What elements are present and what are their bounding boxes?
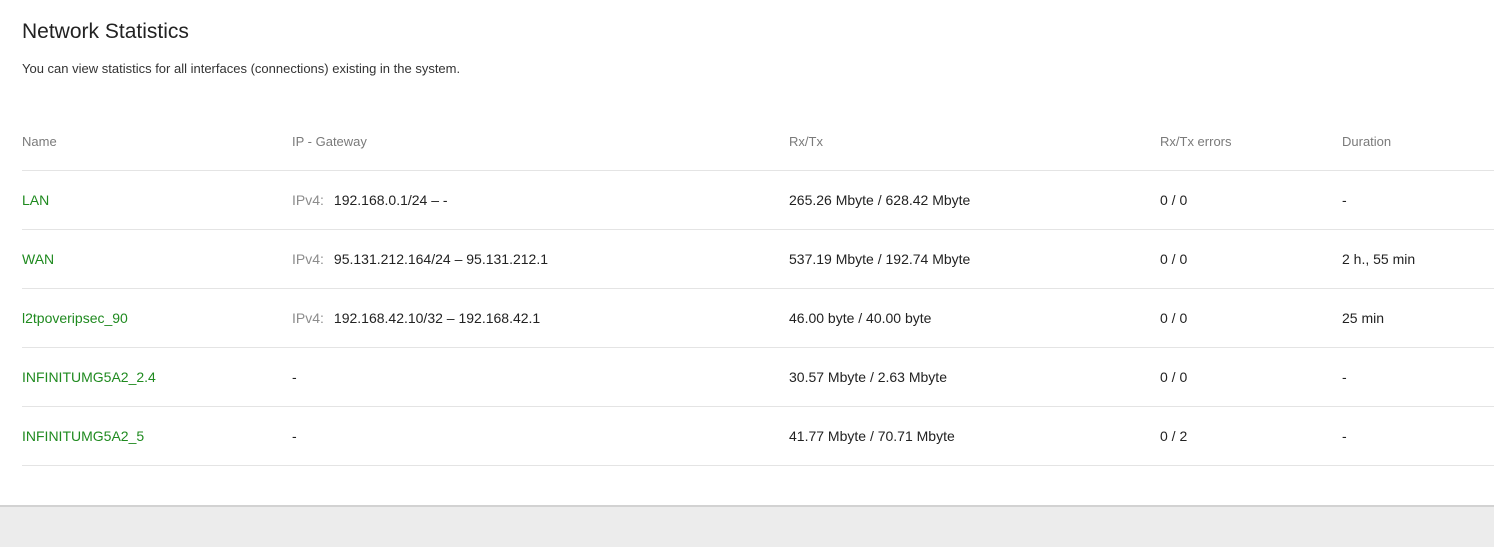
ip-gateway-value: - bbox=[292, 369, 297, 385]
ip-gateway-value: 192.168.42.10/32 – 192.168.42.1 bbox=[333, 310, 541, 326]
table-row: INFINITUMG5A2_2.4 - 30.57 Mbyte / 2.63 M… bbox=[22, 348, 1494, 407]
column-header-name: Name bbox=[22, 134, 57, 149]
ip-gateway-value: - bbox=[292, 428, 297, 444]
ip-gateway-value: 192.168.0.1/24 – - bbox=[333, 192, 448, 208]
duration-value: - bbox=[1342, 428, 1347, 444]
interface-link-infinitumg5a2-5[interactable]: INFINITUMG5A2_5 bbox=[22, 428, 144, 444]
column-header-duration: Duration bbox=[1342, 134, 1392, 149]
network-statistics-panel: Network Statistics You can view statisti… bbox=[0, 0, 1494, 507]
column-header-rx-tx-errors: Rx/Tx errors bbox=[1160, 134, 1232, 149]
page-title: Network Statistics bbox=[22, 20, 189, 43]
column-header-ip-gateway: IP - Gateway bbox=[292, 134, 367, 149]
rx-tx-errors-value: 0 / 2 bbox=[1160, 428, 1188, 444]
ip-protocol-label: IPv4: bbox=[292, 310, 324, 326]
duration-value: - bbox=[1342, 369, 1347, 385]
rx-tx-value: 46.00 byte / 40.00 byte bbox=[789, 310, 932, 326]
table-row: INFINITUMG5A2_5 - 41.77 Mbyte / 70.71 Mb… bbox=[22, 407, 1494, 466]
interface-link-infinitumg5a2-2-4[interactable]: INFINITUMG5A2_2.4 bbox=[22, 369, 156, 385]
rx-tx-errors-value: 0 / 0 bbox=[1160, 192, 1188, 208]
table-row: LAN IPv4: 192.168.0.1/24 – - 265.26 Mbyt… bbox=[22, 171, 1494, 230]
table-header-row: Name IP - Gateway Rx/Tx Rx/Tx errors Dur… bbox=[22, 113, 1494, 171]
duration-value: 25 min bbox=[1342, 310, 1385, 326]
rx-tx-errors-value: 0 / 0 bbox=[1160, 369, 1188, 385]
ip-protocol-label: IPv4: bbox=[292, 251, 324, 267]
interface-link-lan[interactable]: LAN bbox=[22, 192, 49, 208]
rx-tx-value: 41.77 Mbyte / 70.71 Mbyte bbox=[789, 428, 955, 444]
rx-tx-errors-value: 0 / 0 bbox=[1160, 251, 1188, 267]
rx-tx-errors-value: 0 / 0 bbox=[1160, 310, 1188, 326]
duration-value: 2 h., 55 min bbox=[1342, 251, 1416, 267]
rx-tx-value: 537.19 Mbyte / 192.74 Mbyte bbox=[789, 251, 971, 267]
ip-gateway-value: 95.131.212.164/24 – 95.131.212.1 bbox=[333, 251, 548, 267]
ip-protocol-label: IPv4: bbox=[292, 192, 324, 208]
rx-tx-value: 30.57 Mbyte / 2.63 Mbyte bbox=[789, 369, 947, 385]
interface-link-l2tpoveripsec-90[interactable]: l2tpoveripsec_90 bbox=[22, 310, 128, 326]
interface-link-wan[interactable]: WAN bbox=[22, 251, 54, 267]
column-header-rx-tx: Rx/Tx bbox=[789, 134, 823, 149]
table-row: WAN IPv4: 95.131.212.164/24 – 95.131.212… bbox=[22, 230, 1494, 289]
duration-value: - bbox=[1342, 192, 1347, 208]
table-row: l2tpoveripsec_90 IPv4: 192.168.42.10/32 … bbox=[22, 289, 1494, 348]
page-description: You can view statistics for all interfac… bbox=[22, 61, 461, 76]
rx-tx-value: 265.26 Mbyte / 628.42 Mbyte bbox=[789, 192, 971, 208]
statistics-table: Name IP - Gateway Rx/Tx Rx/Tx errors Dur… bbox=[22, 113, 1494, 466]
